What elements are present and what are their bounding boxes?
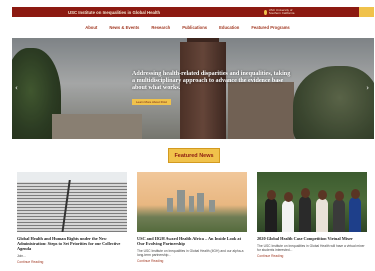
nav-item-research[interactable]: Research <box>151 25 170 30</box>
person-head <box>350 189 360 199</box>
skyline-building <box>177 190 185 212</box>
person-head <box>334 191 344 201</box>
continue-reading-link[interactable]: Continue Reading <box>137 259 247 263</box>
top-bar: USC Institute on Inequalities in Global … <box>12 7 374 17</box>
nav-item-publications[interactable]: Publications <box>182 25 207 30</box>
person-head <box>283 192 293 202</box>
news-card-title[interactable]: USC and IIGH Award Health Africa – An In… <box>137 236 247 246</box>
usc-seal-icon <box>264 9 267 15</box>
person-figure <box>282 200 294 232</box>
slider-prev-icon[interactable]: ‹ <box>15 84 18 92</box>
site-title[interactable]: USC Institute on Inequalities in Global … <box>68 10 160 15</box>
continue-reading-link[interactable]: Continue Reading <box>257 254 367 258</box>
hero-slider: Addressing health-related disparities an… <box>12 38 374 139</box>
news-card-excerpt: The USC Institute on Inequalities in Glo… <box>257 244 365 253</box>
image-railing <box>61 180 71 232</box>
person-head <box>266 190 276 200</box>
person-figure <box>299 196 311 232</box>
main-nav: About News & Events Research Publication… <box>0 22 375 32</box>
skyline-building <box>209 200 215 212</box>
person-figure <box>316 198 328 232</box>
slider-next-icon[interactable]: › <box>366 84 369 92</box>
menu-button[interactable] <box>359 7 374 17</box>
news-card-image[interactable] <box>137 172 247 232</box>
nav-item-about[interactable]: About <box>85 25 97 30</box>
continue-reading-link[interactable]: Continue Reading <box>17 260 127 264</box>
news-card[interactable]: USC and IIGH Award Health Africa – An In… <box>137 172 247 263</box>
nav-item-education[interactable]: Education <box>219 25 239 30</box>
news-card-title[interactable]: 2020 Global Health Case Competition Virt… <box>257 236 367 241</box>
featured-news-button[interactable]: Featured News <box>168 148 220 163</box>
skyline-building <box>197 193 204 212</box>
image-sky <box>17 172 127 182</box>
logo-text: USC University of Southern California <box>268 7 295 15</box>
usc-logo[interactable]: USC University of Southern California <box>264 7 296 16</box>
news-card-image[interactable] <box>257 172 367 232</box>
person-figure <box>333 199 345 232</box>
skyline-building <box>167 198 173 212</box>
news-card-excerpt: The USC Institute on Inequalities in Glo… <box>137 249 244 258</box>
nav-item-featured-programs[interactable]: Featured Programs <box>251 25 289 30</box>
nav-item-news-events[interactable]: News & Events <box>109 25 139 30</box>
news-card[interactable]: 2020 Global Health Case Competition Virt… <box>257 172 367 258</box>
person-figure <box>349 197 361 232</box>
person-figure <box>265 198 277 232</box>
person-head <box>317 190 327 200</box>
news-card-image[interactable] <box>17 172 127 232</box>
person-head <box>300 188 310 198</box>
news-card-excerpt: Join... <box>17 254 26 258</box>
hero-headline: Addressing health-related disparities an… <box>132 71 291 91</box>
news-card-title[interactable]: Global Health and Human Rights under the… <box>17 236 127 251</box>
learn-more-button[interactable]: Learn More About IIGH <box>132 99 171 105</box>
skyline-building <box>189 196 194 212</box>
news-card[interactable]: Global Health and Human Rights under the… <box>17 172 127 264</box>
